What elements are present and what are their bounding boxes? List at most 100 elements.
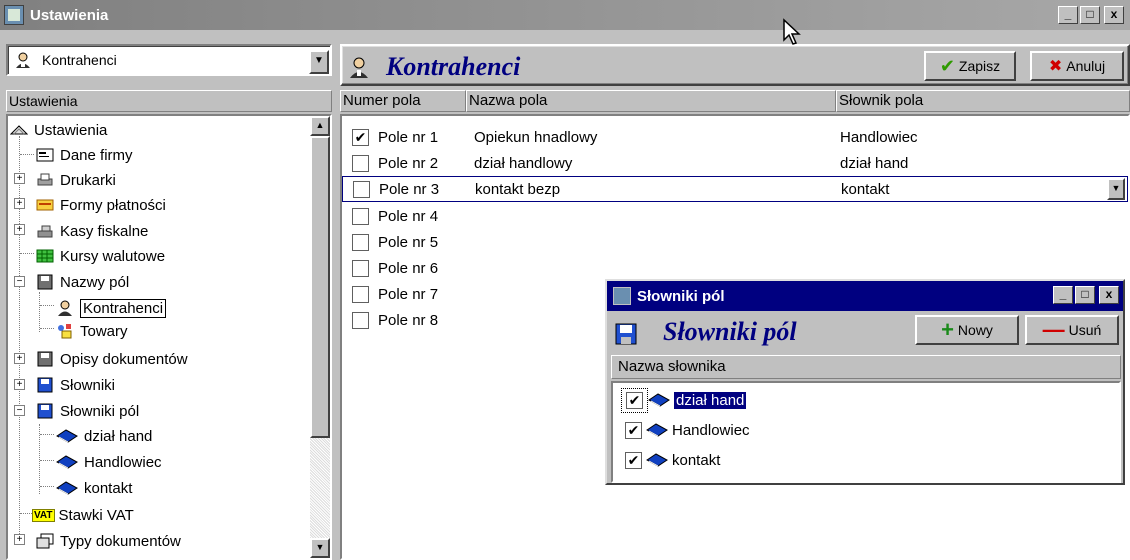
row-checkbox[interactable] [352,207,369,225]
tree-item-label: dział hand [84,427,153,445]
tree-item-ustawienia[interactable]: Ustawienia [10,118,107,142]
goods-icon [58,324,72,339]
field-number: Pole nr 7 [378,285,439,303]
dialog-header-title: Słowniki pól [663,317,797,346]
field-number: Pole nr 2 [378,154,439,172]
new-button[interactable]: + Nowy [915,315,1019,345]
tree-item-kasy-fiskalne[interactable]: Kasy fiskalne [36,219,148,243]
row-checkbox[interactable] [352,259,369,277]
dialog-titlebar[interactable]: Słowniki pól _ □ x [607,281,1123,311]
tree-item-formy-platnosci[interactable]: Formy płatności [36,193,166,217]
tree-item-slowniki-pol[interactable]: Słowniki pól [36,399,139,423]
blue-disk-icon [615,323,637,345]
disk-icon [37,351,53,367]
tree-item-kursy-walutowe[interactable]: Kursy walutowe [36,244,165,268]
save-button[interactable]: ✔ Zapisz [924,51,1016,81]
dictionary-list[interactable]: ✔ dział hand ✔ Handlowiec ✔ kontakt [611,381,1121,483]
table-row[interactable]: Pole nr 5 [342,229,1128,255]
close-button[interactable]: x [1104,6,1124,24]
list-item[interactable]: ✔ Handlowiec [621,417,750,443]
blue-disk-icon [37,377,53,393]
table-row[interactable]: Pole nr 2 dział handlowy dział hand [342,150,1128,176]
collapse-slowniki-pol[interactable]: − [14,405,25,416]
close-button[interactable]: x [1099,286,1119,304]
tree-item-drukarki[interactable]: Drukarki [36,168,116,192]
grid-header: Numer pola Nazwa pola Słownik pola [340,90,1130,112]
tree-item-kontakt[interactable]: kontakt [56,476,132,500]
field-dict[interactable]: dział hand [840,155,908,172]
minimize-button[interactable]: _ [1058,6,1078,24]
tree-item-opisy-dokumentow[interactable]: Opisy dokumentów [36,347,188,371]
col-header-number[interactable]: Numer pola [340,90,466,112]
minus-icon: — [1042,317,1065,342]
table-row[interactable]: ✔ Pole nr 1 Opiekun hnadlowy Handlowiec [342,124,1128,150]
tree-item-typy-dokumentow[interactable]: Typy dokumentów [36,529,181,553]
tree-item-label: Słowniki pól [60,402,140,420]
settings-tree[interactable]: + + + − + + − + Ustawienia Dane firmy Dr… [6,114,332,560]
maximize-button[interactable]: □ [1075,286,1095,304]
tree-item-label: Ustawienia [34,121,108,139]
tree-item-dzial-hand[interactable]: dział hand [56,424,152,448]
expand-drukarki[interactable]: + [14,173,25,184]
tree-item-label: Kursy walutowe [60,247,166,265]
row-checkbox[interactable] [352,311,369,329]
collapse-nazwy-pol[interactable]: − [14,276,25,287]
settings-left-pane: Kontrahenci ▼ Ustawienia + + + − + + − +… [6,44,332,560]
app-icon [613,287,631,305]
field-dict-combo[interactable]: kontakt [841,181,889,198]
scroll-thumb[interactable] [310,136,330,438]
tree-item-handlowiec[interactable]: Handlowiec [56,450,162,474]
dialog-title: Słowniki pól [637,287,725,305]
field-name[interactable]: dział handlowy [474,155,572,172]
tree-item-kontrahenci[interactable]: Kontrahenci [56,296,167,320]
window-titlebar[interactable]: Ustawienia _ □ x [0,0,1130,30]
expand-typy[interactable]: + [14,534,25,545]
row-checkbox[interactable] [352,233,369,251]
combo-dropdown-button[interactable]: ▼ [309,50,329,74]
row-checkbox[interactable] [352,154,369,172]
category-combo[interactable]: Kontrahenci ▼ [6,44,332,76]
table-row[interactable]: Pole nr 4 [342,203,1128,229]
row-checkbox[interactable] [353,180,370,198]
row-checkbox[interactable] [352,285,369,303]
payment-icon [36,199,54,211]
table-row-editing[interactable]: Pole nr 3 kontakt bezp kontakt ▼ [342,176,1128,202]
tree-item-nazwy-pol[interactable]: Nazwy pól [36,270,129,294]
minimize-button[interactable]: _ [1053,286,1073,304]
field-number: Pole nr 3 [379,180,440,198]
row-checkbox[interactable]: ✔ [352,128,369,146]
list-item[interactable]: ✔ kontakt [621,447,720,473]
expand-opisy[interactable]: + [14,353,25,364]
field-dict[interactable]: Handlowiec [840,129,918,146]
expand-slowniki[interactable]: + [14,379,25,390]
new-label: Nowy [957,322,993,338]
list-item[interactable]: ✔ dział hand [621,387,747,413]
item-checkbox[interactable]: ✔ [625,421,642,439]
mouse-cursor-icon [783,18,801,45]
person-icon [16,52,30,68]
col-header-name[interactable]: Nazwa pola [466,90,836,112]
tree-item-stawki-vat[interactable]: VAT Stawki VAT [32,503,134,527]
scroll-up-button[interactable]: ▲ [310,116,330,136]
item-checkbox[interactable]: ✔ [626,391,643,409]
expand-kasy[interactable]: + [14,224,25,235]
field-name[interactable]: kontakt bezp [475,181,560,198]
table-row[interactable]: Pole nr 6 [342,255,1128,281]
tree-item-towary[interactable]: Towary [56,319,128,343]
col-header-dict[interactable]: Słownik pola [836,90,1130,112]
tree-item-dane-firmy[interactable]: Dane firmy [36,143,133,167]
expand-formy[interactable]: + [14,198,25,209]
field-number: Pole nr 4 [378,207,439,225]
cancel-button[interactable]: ✖ Anuluj [1030,51,1124,81]
delete-button[interactable]: — Usuń [1025,315,1119,345]
dictionaries-dialog: Słowniki pól _ □ x Słowniki pól + Nowy —… [605,279,1125,485]
scroll-down-button[interactable]: ▼ [310,538,330,558]
tree-item-slowniki[interactable]: Słowniki [36,373,115,397]
dict-column-header[interactable]: Nazwa słownika [611,355,1121,379]
field-number: Pole nr 1 [378,128,439,146]
item-checkbox[interactable]: ✔ [625,451,642,469]
tree-scrollbar[interactable]: ▲ ▼ [310,116,330,558]
dict-dropdown-button[interactable]: ▼ [1107,178,1125,200]
field-name[interactable]: Opiekun hnadlowy [474,129,597,146]
maximize-button[interactable]: □ [1080,6,1100,24]
